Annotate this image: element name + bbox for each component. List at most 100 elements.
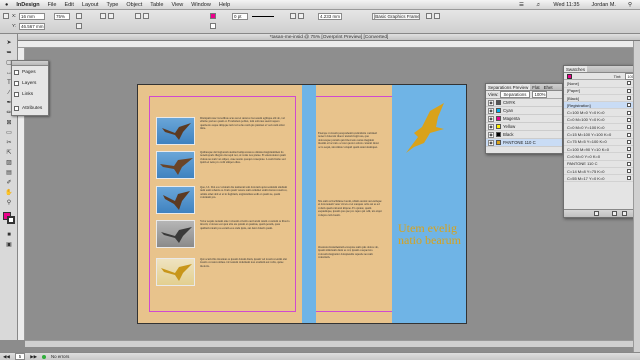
sep-row-black[interactable]: ◉ Black [486,131,562,139]
tab-swatches[interactable]: Swatches [564,66,588,72]
eye-icon[interactable]: ◉ [488,115,494,122]
apple-menu-icon[interactable]: ● [0,2,12,8]
transform-tool-icon[interactable]: ⇱ [3,148,15,157]
right-body-text-2[interactable]: Nis eum as liaclimnae lorem, ullam earut… [318,200,382,242]
swatch-row[interactable]: C=14 M=8 Y=75 K=0 [564,168,639,176]
swatch-row[interactable]: [Registration] [564,102,639,110]
swatch-row[interactable]: [None] [564,80,639,88]
menu-window[interactable]: Window [187,2,215,8]
wifi-icon[interactable]: ☰ [515,2,528,8]
menu-table[interactable]: Table [146,2,167,8]
menu-file[interactable]: File [44,2,61,8]
menubar-clock[interactable]: Wed 11:35 [549,2,583,8]
menu-app-name[interactable]: InDesign [12,2,43,8]
gradient-tool-icon[interactable]: ▨ [3,158,15,167]
links-item[interactable]: Links [14,92,33,97]
stroke-weight-field[interactable]: 0 pt [232,13,248,20]
swatch-row[interactable]: C=75 M=5 Y=100 K=0 [564,139,639,146]
object-style-dropdown[interactable]: [Basic Graphics Frame]+ [372,13,420,20]
sep-row-pantone[interactable]: ◉ PANTONE 110 C [486,139,562,147]
shear-icon[interactable] [76,23,82,29]
eyedropper-tool-icon[interactable]: ✐ [3,178,15,187]
show-all-swatches-icon[interactable] [594,211,599,216]
left-body-text-5[interactable]: Qui ocum ibis inventan as ipsum dolum di… [200,258,290,284]
tab-separations-preview[interactable]: Separations Preview [486,84,531,90]
zoom-dropdown[interactable]: 100% [532,91,548,98]
left-body-text-3[interactable]: Quo, Ut. Dol eos volutam die numerati te… [200,186,290,216]
eye-icon[interactable]: ◉ [488,139,494,146]
swatch-row[interactable]: C=100 M=0 Y=0 K=0 [564,109,639,117]
fitting-icon[interactable] [426,13,432,19]
fill-proxy-icon[interactable] [567,73,572,79]
bird-photo-1[interactable] [156,117,195,145]
bird-photo-4-grayscale[interactable] [156,220,195,248]
horizontal-scrollbar[interactable] [25,340,633,347]
stroke-swatch-icon[interactable] [210,23,216,29]
document-title[interactable]: *tasan-me-insid @ 75% [Overprint Preview… [18,34,640,41]
vertical-scrollbar[interactable] [633,41,640,352]
new-swatch-icon[interactable] [612,211,617,216]
right-body-text-3[interactable]: Oreatata monumentem exceptae sum quis do… [318,246,382,316]
left-body-text-1[interactable]: Distiqum nusc incedibus acus aut et unte… [200,117,290,145]
menu-edit[interactable]: Edit [60,2,77,8]
width-field[interactable]: 4.233 mm [318,13,342,20]
sep-row-cyan[interactable]: ◉ Cyan [486,107,562,115]
blue-color-block[interactable] [392,85,466,323]
sep-row-cmyk[interactable]: ◉ CMYK [486,99,562,107]
blue-bleed-strip[interactable] [302,85,316,323]
volume-icon[interactable]: ♬ [532,2,546,8]
swatch-row[interactable]: C=0 M=0 Y=0 K=0 [564,153,639,161]
selection-tool-icon[interactable]: ➤ [3,38,15,47]
rectangle-frame-icon[interactable]: ⊠ [3,118,15,127]
select-content-icon[interactable] [143,13,149,19]
swatch-row[interactable]: [Paper] [564,88,639,95]
preflight-status[interactable]: No errors [51,354,69,359]
eye-icon[interactable]: ◉ [488,123,494,130]
menu-view[interactable]: View [167,2,187,8]
left-body-text-2[interactable]: Quibusque dat fugionam atemed temporares… [200,151,290,181]
menu-layout[interactable]: Layout [78,2,103,8]
menu-help[interactable]: Help [215,2,234,8]
pages-item[interactable]: Pages [14,70,36,75]
scissors-tool-icon[interactable]: ✂ [3,138,15,147]
y-position-field[interactable]: 46.567 mm [19,23,45,30]
spotlight-search-icon[interactable]: ⚲ [624,2,636,8]
reference-point-icon[interactable] [3,13,9,19]
apply-color-icon[interactable]: ■ [3,230,15,239]
direct-selection-icon[interactable]: ➥ [3,48,15,57]
note-tool-icon[interactable]: ▤ [3,168,15,177]
drop-shadow-icon[interactable] [298,13,304,19]
swatch-row[interactable]: C=55 M=17 Y=0 K=0 [564,175,639,183]
swatch-row[interactable]: PANTONE 110 C [564,161,639,168]
bird-photo-2[interactable] [156,151,195,179]
swatch-row[interactable]: C=0 M=0 Y=100 K=0 [564,124,639,132]
delete-swatch-icon[interactable] [622,211,627,216]
first-page-icon[interactable]: ◀◀ [3,354,10,360]
view-mode-icon[interactable]: ▣ [3,240,15,249]
fill-swatch-icon[interactable] [210,13,216,19]
stroke-type-line[interactable] [252,16,274,17]
tab-flattener[interactable]: Flat [530,84,541,90]
layers-item[interactable]: Layers [14,81,36,86]
flip-horizontal-icon[interactable] [100,13,106,19]
menubar-user[interactable]: Jordan M. [588,2,620,8]
eye-icon[interactable]: ◉ [488,107,494,114]
menu-object[interactable]: Object [122,2,146,8]
flip-vertical-icon[interactable] [108,13,114,19]
right-page-title[interactable]: Utem evelig natio bearum [398,222,462,246]
eye-icon[interactable]: ◉ [488,99,494,106]
swatch-row[interactable]: [Black] [564,95,639,103]
sep-row-yellow[interactable]: ◉ Yellow [486,123,562,131]
menu-type[interactable]: Type [102,2,122,8]
page-number-field[interactable]: 5 [14,353,26,360]
zoom-tool-icon[interactable]: ⚲ [3,198,15,207]
right-body-text-1[interactable]: Exerspe volorem pereprehenit restiratist… [318,132,382,196]
horizontal-ruler[interactable] [18,41,633,48]
rectangle-tool-icon[interactable]: ▭ [3,128,15,137]
sep-row-magenta[interactable]: ◉ Magenta [486,115,562,123]
stroke-color-icon[interactable] [7,216,15,224]
swatch-row[interactable]: C=0 M=100 Y=0 K=0 [564,117,639,125]
eye-icon[interactable]: ◉ [488,131,494,138]
bird-photo-5-duotone[interactable] [156,258,195,286]
swatch-row[interactable]: C=100 M=90 Y=10 K=0 [564,146,639,154]
